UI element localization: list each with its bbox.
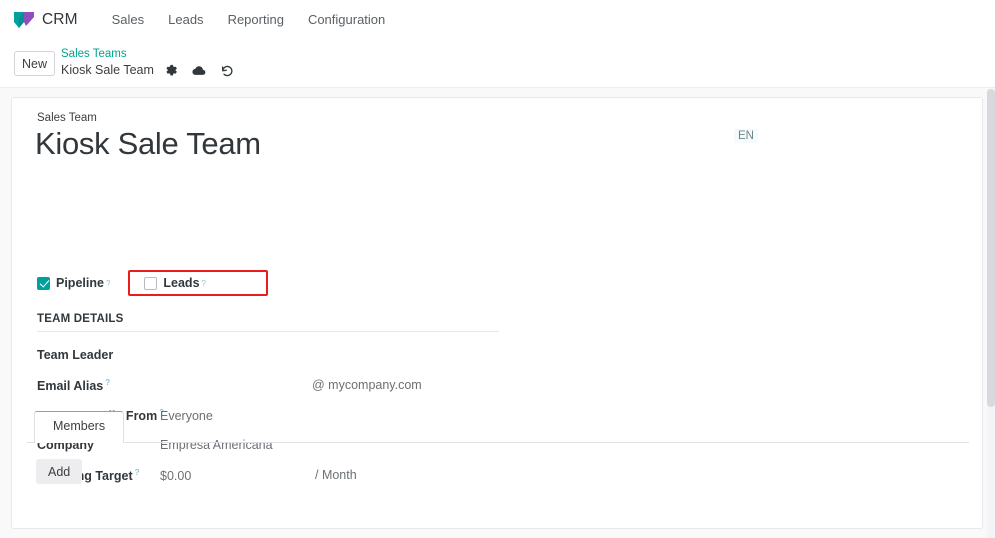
new-button[interactable]: New xyxy=(14,51,56,76)
form-sheet-inner: Sales Team Kiosk Sale Team EN Pipeline ?… xyxy=(12,98,982,528)
email-alias-help-icon[interactable]: ? xyxy=(105,378,110,387)
menu-item-leads[interactable]: Leads xyxy=(156,0,215,40)
page-scrollbar-track[interactable] xyxy=(987,89,995,538)
menu-item-sales[interactable]: Sales xyxy=(100,0,157,40)
breadcrumb-current-row: Kiosk Sale Team xyxy=(61,62,247,79)
notebook-tab-strip: Members xyxy=(27,411,969,443)
breadcrumb-parent-sales-teams[interactable]: Sales Teams xyxy=(61,48,247,61)
odoo-crm-logo-icon[interactable] xyxy=(13,10,35,30)
leads-checkbox[interactable] xyxy=(144,276,158,290)
page-scrollbar-thumb[interactable] xyxy=(987,89,995,407)
breadcrumb: Sales Teams Kiosk Sale Team xyxy=(61,48,247,79)
add-member-button[interactable]: Add xyxy=(36,459,83,484)
notebook-tab-body: Add xyxy=(27,443,969,484)
field-row-team-leader: Team Leader xyxy=(37,348,677,378)
checkbox-group-pipeline[interactable]: Pipeline ? xyxy=(37,276,110,290)
field-row-email-alias: Email Alias? @ mycompany.com xyxy=(37,378,677,408)
notebook: Members Add xyxy=(27,411,969,484)
section-title-team-details: TEAM DETAILS xyxy=(37,313,499,332)
checkbox-group-leads[interactable]: Leads ? xyxy=(128,270,268,296)
field-label-email-alias-text: Email Alias xyxy=(37,379,104,394)
tab-members[interactable]: Members xyxy=(34,411,125,443)
top-navbar: CRM Sales Leads Reporting Configuration xyxy=(0,0,995,40)
pipeline-checkbox-label[interactable]: Pipeline xyxy=(56,276,104,290)
field-suffix-email-domain: @ mycompany.com xyxy=(312,378,422,392)
form-sheet: Sales Team Kiosk Sale Team EN Pipeline ?… xyxy=(11,97,983,529)
team-type-checkbox-row: Pipeline ? Leads ? xyxy=(37,270,286,296)
pipeline-help-icon[interactable]: ? xyxy=(106,279,110,288)
menu-item-reporting[interactable]: Reporting xyxy=(216,0,296,40)
leads-help-icon[interactable]: ? xyxy=(202,279,206,288)
breadcrumb-current-record: Kiosk Sale Team xyxy=(61,63,154,78)
field-value-email-alias[interactable] xyxy=(160,379,163,393)
leads-checkbox-label[interactable]: Leads xyxy=(163,276,199,290)
undo-discard-icon[interactable] xyxy=(219,62,236,79)
model-label: Sales Team xyxy=(37,112,97,124)
field-label-team-leader: Team Leader xyxy=(37,348,114,362)
brand-name[interactable]: CRM xyxy=(42,11,78,29)
pipeline-checkbox[interactable] xyxy=(37,276,50,290)
control-panel: New Sales Teams Kiosk Sale Team xyxy=(0,40,995,88)
page-title[interactable]: Kiosk Sale Team xyxy=(35,126,261,162)
menu-item-configuration[interactable]: Configuration xyxy=(296,0,397,40)
field-value-team-leader[interactable] xyxy=(160,348,163,362)
odoo-crm-page: CRM Sales Leads Reporting Configuration … xyxy=(0,0,995,538)
field-label-email-alias: Email Alias? xyxy=(37,378,160,393)
language-badge[interactable]: EN xyxy=(734,129,758,143)
gear-icon[interactable] xyxy=(163,62,180,79)
cloud-save-icon[interactable] xyxy=(191,62,208,79)
